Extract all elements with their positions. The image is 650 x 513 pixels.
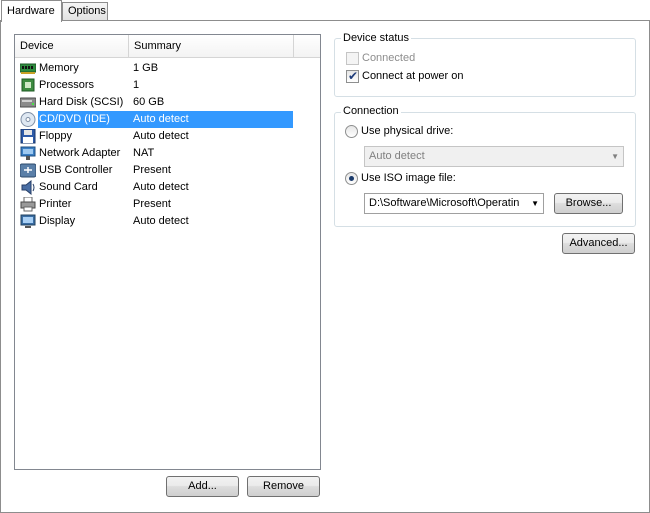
processor-icon [21, 78, 35, 92]
display-icon [20, 214, 36, 228]
connect-at-power-on-label: Connect at power on [362, 70, 464, 82]
floppy-icon [20, 129, 36, 144]
device-summary: Auto detect [133, 130, 189, 142]
device-cell: Network Adapter [18, 145, 132, 162]
device-summary: 1 GB [133, 62, 159, 74]
device-row-floppy[interactable]: Floppy Auto detect [15, 128, 320, 145]
device-row-usb-controller[interactable]: USB Controller Present [15, 162, 320, 179]
device-summary: Present [133, 164, 171, 176]
connect-at-power-on-checkbox[interactable]: ✔ [346, 69, 359, 83]
device-row-printer[interactable]: Printer Present [15, 196, 320, 213]
device-summary: Auto detect [133, 181, 189, 193]
device-name: Hard Disk (SCSI) [39, 96, 124, 108]
device-cell: USB Controller [18, 162, 132, 179]
check-mark-icon: ✔ [348, 69, 359, 83]
use-iso-image-radio[interactable] [345, 172, 358, 185]
device-cell: Printer [18, 196, 132, 213]
device-name: Display [39, 215, 76, 227]
device-summary: Auto detect [129, 111, 293, 128]
device-list-header: Device Summary [15, 35, 320, 58]
device-name: Printer [39, 198, 72, 210]
use-physical-drive-label: Use physical drive: [361, 125, 454, 137]
tab-options[interactable]: Options [62, 2, 108, 21]
usb-icon [20, 163, 36, 178]
radio-dot-icon [349, 176, 354, 181]
device-name: Network Adapter [39, 147, 121, 159]
sound-card-icon [21, 180, 35, 195]
connected-label: Connected [362, 52, 416, 64]
device-name: Sound Card [39, 181, 98, 193]
device-cell: Floppy [18, 128, 132, 145]
use-iso-image-label: Use ISO image file: [361, 172, 456, 184]
device-name: CD/DVD (IDE) [38, 111, 135, 128]
connected-checkbox[interactable] [346, 52, 359, 65]
chevron-down-icon: ▼ [611, 152, 619, 161]
hardware-panel: Device Summary Memory 1 GB Processors 1 … [0, 20, 650, 513]
network-adapter-icon [20, 146, 36, 160]
device-cell: Processors [18, 77, 132, 94]
column-header-device[interactable]: Device [15, 35, 129, 57]
use-physical-drive-radio[interactable] [345, 125, 358, 138]
device-cell: Sound Card [18, 179, 132, 196]
device-summary: 60 GB [133, 96, 165, 108]
device-summary: Auto detect [133, 215, 189, 227]
browse-button[interactable]: Browse... [554, 193, 623, 214]
device-status-title: Device status [341, 32, 412, 45]
iso-image-path-select[interactable]: D:\Software\Microsoft\Operatin ▼ [364, 193, 544, 214]
device-name: Processors [39, 79, 95, 91]
device-row-memory[interactable]: Memory 1 GB [15, 60, 320, 77]
column-header-summary[interactable]: Summary [129, 35, 294, 57]
printer-icon [20, 197, 36, 212]
device-row-sound-card[interactable]: Sound Card Auto detect [15, 179, 320, 196]
add-button[interactable]: Add... [166, 476, 239, 497]
device-summary: NAT [133, 147, 155, 159]
device-name: USB Controller [39, 164, 113, 176]
advanced-button[interactable]: Advanced... [562, 233, 635, 254]
device-name: Memory [39, 62, 79, 74]
device-row-network-adapter[interactable]: Network Adapter NAT [15, 145, 320, 162]
physical-drive-value: Auto detect [369, 150, 425, 162]
tab-hardware[interactable]: Hardware [1, 0, 62, 22]
device-list[interactable]: Device Summary Memory 1 GB Processors 1 … [14, 34, 321, 470]
connection-title: Connection [341, 105, 401, 118]
device-status-group [334, 38, 636, 97]
device-name: Floppy [39, 130, 73, 142]
device-cell: Memory [18, 60, 132, 77]
device-row-hard-disk[interactable]: Hard Disk (SCSI) 60 GB [15, 94, 320, 111]
iso-image-path-value: D:\Software\Microsoft\Operatin [369, 197, 520, 209]
device-cell: Display [18, 213, 132, 230]
device-row-display[interactable]: Display Auto detect [15, 213, 320, 230]
device-row-cd-dvd[interactable]: CD/DVD (IDE) Auto detect [15, 111, 320, 128]
device-summary: Present [133, 198, 171, 210]
device-cell: Hard Disk (SCSI) [18, 94, 132, 111]
chevron-down-icon: ▼ [531, 199, 539, 208]
memory-icon [20, 63, 36, 74]
device-cell: CD/DVD (IDE) [18, 111, 135, 128]
physical-drive-select[interactable]: Auto detect ▼ [364, 146, 624, 167]
tab-strip: Hardware Options [0, 0, 650, 22]
cd-dvd-icon [20, 112, 36, 127]
remove-button[interactable]: Remove [247, 476, 320, 497]
hard-disk-icon [20, 97, 36, 108]
device-row-processors[interactable]: Processors 1 [15, 77, 320, 94]
device-summary: 1 [133, 79, 140, 91]
